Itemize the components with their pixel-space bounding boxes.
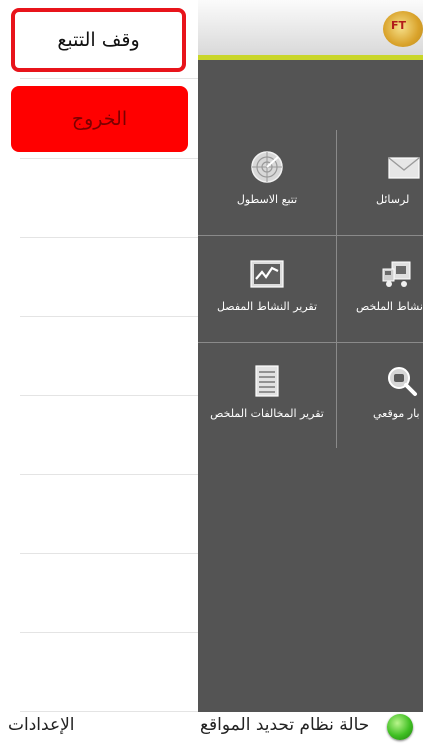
drawer-divider: [20, 316, 198, 317]
tile-label: تقرير المخالفات الملخص: [210, 407, 324, 420]
tile-label: تقرير النشاط المفصل: [216, 300, 318, 313]
exit-label: الخروج: [71, 108, 128, 130]
stop-tracking-button[interactable]: وقف التتبع: [11, 8, 186, 72]
my-location-tile[interactable]: بار موقعي: [336, 344, 423, 449]
logo-mark: FT: [391, 19, 407, 32]
main-menu-panel: FT تتبع الاسطول لرسائل تقرير النشاط المف…: [198, 0, 423, 712]
envelope-icon: [388, 157, 420, 179]
tile-label: بار موقعي: [373, 407, 420, 420]
drawer-divider: [20, 395, 198, 396]
drawer-divider: [20, 78, 198, 79]
drawer-divider: [20, 632, 198, 633]
header-accent-bar: [198, 55, 423, 60]
app-screen: وقف التتبع الخروج FT تتبع الاسطول لرسائل…: [0, 0, 423, 750]
drawer-divider: [20, 474, 198, 475]
drawer-divider: [20, 553, 198, 554]
grid-divider: [198, 342, 423, 343]
panel-header: FT: [198, 0, 423, 55]
exit-button[interactable]: الخروج: [11, 86, 188, 152]
drawer-divider: [20, 237, 198, 238]
drawer-divider: [20, 158, 198, 159]
messages-tile[interactable]: لرسائل: [336, 130, 423, 235]
line-chart-icon: [250, 260, 284, 288]
magnify-vehicle-icon: [388, 367, 417, 396]
stop-tracking-label: وقف التتبع: [57, 29, 140, 51]
settings-link[interactable]: الإعدادات: [8, 715, 75, 735]
gps-status-indicator-icon: [387, 714, 413, 740]
truck-icon: [382, 261, 411, 287]
tile-label: تتبع الاسطول: [236, 193, 298, 206]
radar-icon: [251, 151, 283, 183]
tile-label: لرسائل: [376, 193, 410, 206]
violations-summary-report-tile[interactable]: تقرير المخالفات الملخص: [198, 344, 336, 449]
activity-summary-tile[interactable]: نشاط الملخص: [336, 237, 423, 342]
fleet-tracking-tile[interactable]: تتبع الاسطول: [198, 130, 336, 235]
grid-divider: [198, 235, 423, 236]
side-drawer: وقف التتبع الخروج: [0, 0, 198, 712]
document-list-icon: [255, 365, 279, 397]
detailed-activity-report-tile[interactable]: تقرير النشاط المفصل: [198, 237, 336, 342]
drawer-divider: [20, 711, 198, 712]
tile-label: نشاط الملخص: [356, 300, 423, 313]
gps-status-label: حالة نظام تحديد المواقع: [200, 715, 370, 735]
